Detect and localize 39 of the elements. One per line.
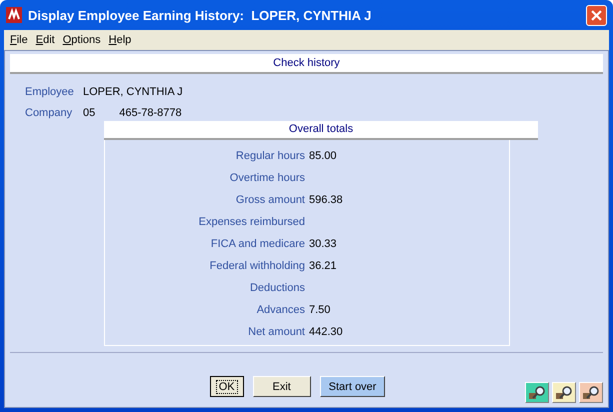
total-label: FICA and medicare <box>210 238 305 250</box>
section-header: Check history <box>10 54 603 74</box>
field-value: 465-78-8778 <box>119 107 182 119</box>
close-button[interactable] <box>586 4 607 26</box>
action-button[interactable]: Start over <box>320 376 386 397</box>
menu-item[interactable]: Help <box>104 34 136 46</box>
tool-button[interactable] <box>525 382 549 403</box>
field-label: Company <box>25 107 73 119</box>
total-label: Advances <box>256 304 305 316</box>
magnifier-icon <box>582 384 600 400</box>
menu-item[interactable]: File <box>6 34 32 46</box>
action-button[interactable]: Exit <box>252 376 311 397</box>
total-label: Regular hours <box>234 150 305 162</box>
tool-button[interactable] <box>552 382 576 403</box>
magnifier-icon <box>555 384 573 400</box>
total-value: 30.33 <box>309 238 337 250</box>
field-value: LOPER, CYNTHIA J <box>83 86 183 98</box>
close-icon <box>591 10 602 20</box>
totals-header: Overall totals <box>104 121 538 140</box>
app-icon <box>6 7 22 23</box>
magnifier-icon <box>528 384 546 400</box>
total-value: 85.00 <box>309 150 337 162</box>
menu-item[interactable]: Options <box>58 34 105 46</box>
field-value: 05 <box>83 107 96 119</box>
total-label: Deductions <box>248 282 305 294</box>
total-value: 7.50 <box>309 304 330 316</box>
total-label: Expenses reimbursed <box>198 216 305 228</box>
window-title: Display Employee Earning History: LOPER, CYNTHIA J <box>28 8 372 22</box>
total-value: 442.30 <box>309 326 343 338</box>
menu-item[interactable]: Edit <box>32 34 59 46</box>
action-button[interactable]: OK <box>210 376 244 397</box>
field-label: Employee <box>25 86 73 98</box>
total-label: Gross amount <box>234 194 305 206</box>
tool-button[interactable] <box>579 382 603 403</box>
total-label: Net amount <box>247 326 305 338</box>
total-label: Overtime hours <box>228 172 305 184</box>
total-value: 36.21 <box>309 260 337 272</box>
total-value: 596.38 <box>309 194 343 206</box>
total-label: Federal withholding <box>208 260 305 272</box>
